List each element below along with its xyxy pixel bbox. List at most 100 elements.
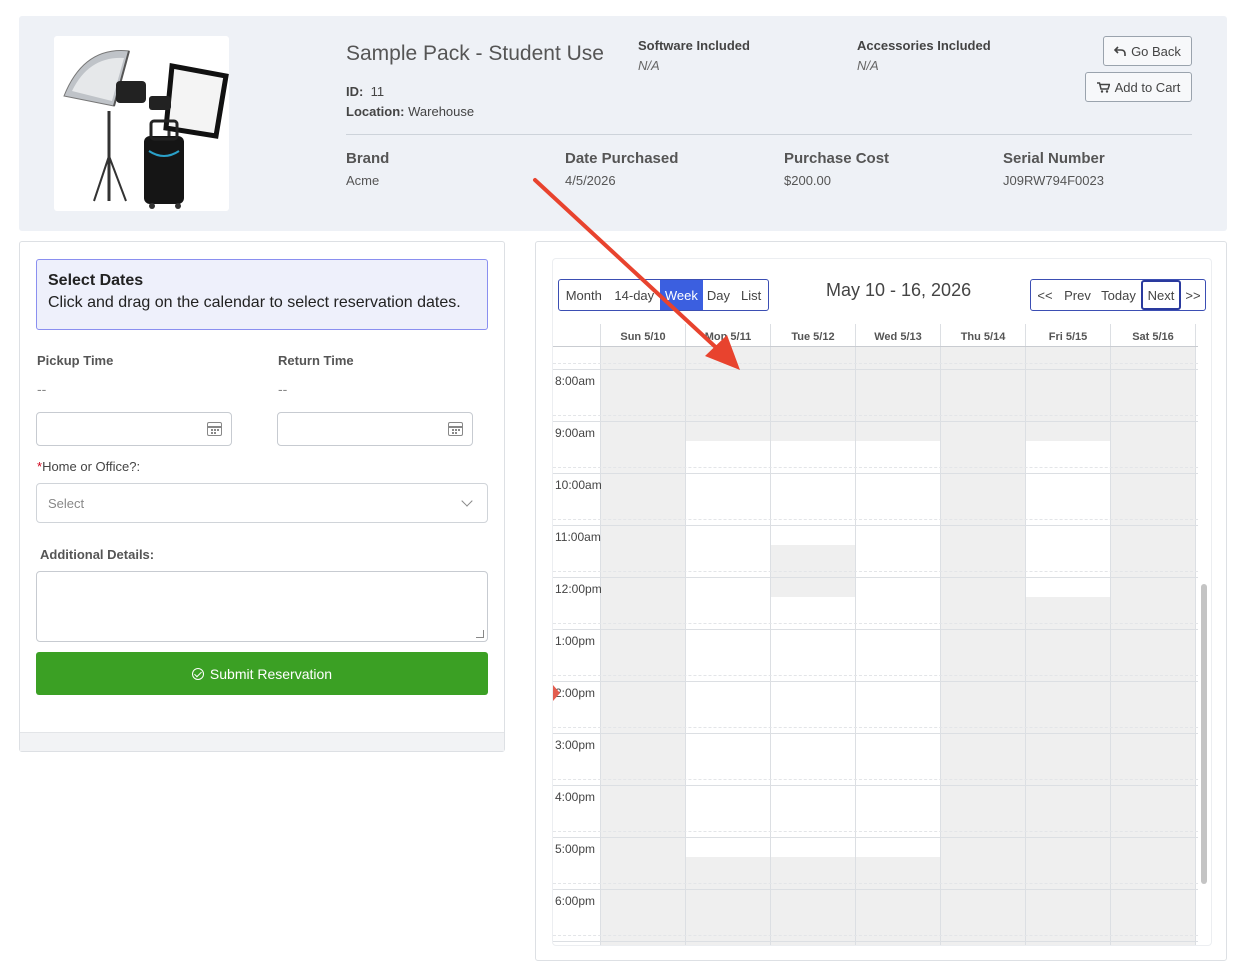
time-label: 9:00am [555, 426, 596, 440]
today-button[interactable]: Today [1096, 280, 1141, 310]
view-day-button[interactable]: Day [703, 280, 735, 310]
day-column[interactable] [1026, 347, 1111, 945]
hour-line [553, 369, 1198, 370]
hour-line [553, 629, 1198, 630]
header-divider [346, 134, 1192, 135]
return-date-input[interactable] [277, 412, 473, 446]
submit-reservation-button[interactable]: Submit Reservation [36, 652, 488, 695]
day-column[interactable] [686, 347, 771, 945]
software-label: Software Included [638, 38, 750, 53]
hour-line [553, 733, 1198, 734]
time-label: 12:00pm [555, 582, 602, 596]
view-month-button[interactable]: Month [559, 280, 609, 310]
accessories-value: N/A [857, 58, 879, 73]
hour-line [553, 941, 1198, 942]
item-location: Location: Warehouse [346, 104, 475, 119]
time-label: 1:00pm [555, 634, 596, 648]
now-indicator [553, 685, 560, 701]
info-text: Click and drag on the calendar to select… [48, 294, 461, 311]
calendar-nav: << Prev Today Next >> [1030, 279, 1206, 311]
hour-line [553, 889, 1198, 890]
hour-line [553, 837, 1198, 838]
undo-icon [1114, 45, 1126, 56]
available-slot[interactable] [686, 441, 770, 857]
pickup-time-label: Pickup Time [37, 353, 114, 368]
pickup-date-input[interactable] [36, 412, 232, 446]
hour-line [553, 577, 1198, 578]
day-column[interactable] [941, 347, 1026, 945]
prev-button[interactable]: Prev [1059, 280, 1096, 310]
calendar: Month 14-day Week Day List May 10 - 16, … [552, 258, 1212, 946]
half-hour-line [553, 727, 1198, 728]
spec-brand-label: Brand [346, 150, 390, 167]
first-button[interactable]: << [1031, 280, 1059, 310]
spec-serial-label: Serial Number [1003, 150, 1105, 167]
hour-line [553, 785, 1198, 786]
info-title: Select Dates [48, 272, 144, 289]
time-label: 11:00am [555, 530, 601, 544]
cart-icon [1096, 81, 1110, 93]
time-label: 5:00pm [555, 842, 596, 856]
day-header: Wed 5/13 [856, 324, 941, 346]
day-header: Sun 5/10 [601, 324, 686, 346]
return-time-label: Return Time [278, 353, 354, 368]
view-list-button[interactable]: List [734, 280, 768, 310]
time-label: 2:00pm [555, 686, 596, 700]
half-hour-line [553, 779, 1198, 780]
day-header: Fri 5/15 [1026, 324, 1111, 346]
next-button[interactable]: Next [1141, 280, 1181, 310]
available-slot[interactable] [771, 441, 855, 545]
day-header: Sat 5/16 [1111, 324, 1196, 346]
half-hour-line [553, 623, 1198, 624]
half-hour-line [553, 675, 1198, 676]
home-office-label: *Home or Office?: [37, 459, 141, 474]
half-hour-line [553, 831, 1198, 832]
time-label: 4:00pm [555, 790, 596, 804]
hour-line [553, 525, 1198, 526]
available-slot[interactable] [856, 441, 940, 857]
calendar-panel: Month 14-day Week Day List May 10 - 16, … [535, 241, 1227, 961]
half-hour-line [553, 883, 1198, 884]
day-column[interactable] [856, 347, 941, 945]
hour-line [553, 681, 1198, 682]
product-image [54, 36, 229, 211]
view-week-button[interactable]: Week [660, 280, 703, 310]
last-button[interactable]: >> [1181, 280, 1205, 310]
go-back-button[interactable]: Go Back [1103, 36, 1192, 66]
day-column[interactable] [771, 347, 856, 945]
software-value: N/A [638, 58, 660, 73]
hour-line [553, 421, 1198, 422]
reservation-form-panel: Select Dates Click and drag on the calen… [19, 241, 505, 752]
resize-handle[interactable] [476, 630, 484, 638]
product-title: Sample Pack - Student Use [346, 42, 604, 65]
day-column[interactable] [1111, 347, 1196, 945]
spec-cost-label: Purchase Cost [784, 150, 890, 167]
home-office-select[interactable]: Select [36, 483, 488, 523]
week-grid[interactable]: Sun 5/10 Mon 5/11 Tue 5/12 Wed 5/13 Thu 5/14… [553, 324, 1211, 945]
return-time-value: -- [278, 381, 288, 397]
calendar-icon[interactable] [448, 422, 463, 436]
half-hour-line [553, 415, 1198, 416]
day-column[interactable] [601, 347, 686, 945]
form-footer [20, 732, 504, 751]
day-header: Tue 5/12 [771, 324, 856, 346]
spec-date-label: Date Purchased [565, 150, 679, 167]
item-id: ID: 11 [346, 84, 385, 99]
day-header: Thu 5/14 [941, 324, 1026, 346]
spec-serial-value: J09RW794F0023 [1003, 173, 1104, 188]
time-label: 6:00pm [555, 894, 596, 908]
additional-details-textarea[interactable] [36, 571, 488, 642]
view-switcher: Month 14-day Week Day List [558, 279, 769, 311]
spec-brand-value: Acme [346, 173, 380, 188]
hour-line [553, 473, 1198, 474]
calendar-scrollbar[interactable] [1201, 584, 1207, 884]
check-circle-icon [191, 667, 204, 680]
item-header-card: Sample Pack - Student Use ID: 11 Locatio… [19, 16, 1227, 231]
view-14day-button[interactable]: 14-day [609, 280, 661, 310]
add-to-cart-button[interactable]: Add to Cart [1085, 72, 1192, 102]
chevron-down-icon [461, 495, 473, 507]
half-hour-line [553, 571, 1198, 572]
calendar-icon[interactable] [207, 422, 222, 436]
additional-details-label: Additional Details: [40, 547, 155, 562]
day-header: Mon 5/11 [686, 324, 771, 346]
